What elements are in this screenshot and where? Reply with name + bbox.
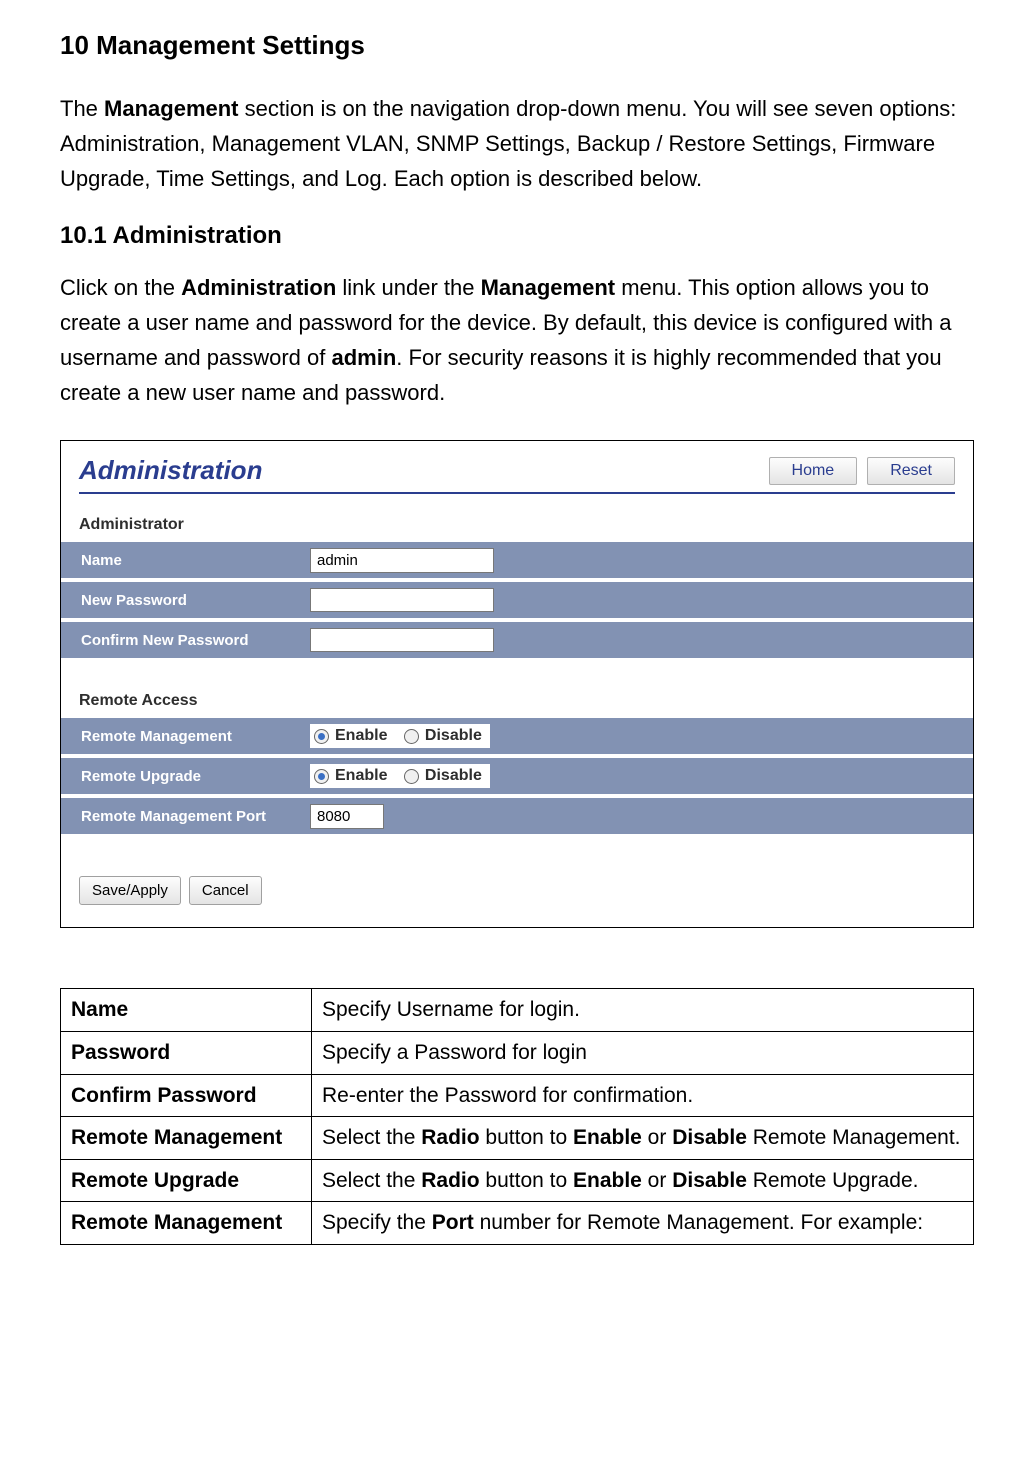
remote-management-label: Remote Management (61, 718, 306, 754)
description-table: Name Specify Username for login. Passwor… (60, 988, 974, 1245)
panel-title: Administration (79, 455, 262, 486)
intro-pre: The (60, 96, 104, 121)
remote-management-port-label: Remote Management Port (61, 798, 306, 834)
desc-key: Password (61, 1031, 312, 1074)
remote-management-port-row: Remote Management Port 8080 (61, 798, 973, 834)
new-password-input[interactable] (310, 588, 494, 612)
admin-ui-panel: Administration Home Reset Administrator … (60, 440, 974, 928)
save-apply-button[interactable]: Save/Apply (79, 876, 181, 905)
desc-bold: Port (432, 1211, 474, 1234)
table-row: Password Specify a Password for login (61, 1031, 974, 1074)
header-divider (79, 492, 955, 494)
admin-p1: Click on the (60, 275, 181, 300)
name-input[interactable]: admin (310, 548, 494, 573)
admin-b2: Management (481, 275, 615, 300)
confirm-password-input[interactable] (310, 628, 494, 652)
table-row: Confirm Password Re-enter the Password f… (61, 1074, 974, 1117)
name-label: Name (61, 542, 306, 578)
section-heading: 10 Management Settings (60, 30, 974, 61)
confirm-password-label: Confirm New Password (61, 622, 306, 658)
desc-val: Select the Radio button to Enable or Dis… (312, 1117, 974, 1160)
ru-enable-label: Enable (335, 767, 387, 785)
admin-b1: Administration (181, 275, 336, 300)
administrator-section-label: Administrator (61, 516, 973, 538)
desc-key: Confirm Password (61, 1074, 312, 1117)
desc-tail: number for Remote Management. For exampl… (474, 1211, 923, 1234)
ru-enable-radio[interactable] (314, 769, 329, 784)
desc-val: Select the Radio button to Enable or Dis… (312, 1159, 974, 1202)
desc-key: Name (61, 989, 312, 1032)
desc-key: Remote Management (61, 1202, 312, 1245)
ru-disable-radio[interactable] (404, 769, 419, 784)
intro-bold: Management (104, 96, 238, 121)
table-row: Remote Management Specify the Port numbe… (61, 1202, 974, 1245)
ru-disable-label: Disable (425, 767, 482, 785)
remote-upgrade-row: Remote Upgrade Enable Disable (61, 758, 973, 794)
desc-bold: Radio (421, 1169, 479, 1192)
confirm-password-row: Confirm New Password (61, 622, 973, 658)
desc-val: Specify the Port number for Remote Manag… (312, 1202, 974, 1245)
desc-bold: Disable (672, 1169, 747, 1192)
subsection-heading: 10.1 Administration (60, 222, 974, 250)
desc-val: Re-enter the Password for confirmation. (312, 1074, 974, 1117)
rm-disable-label: Disable (425, 727, 482, 745)
new-password-row: New Password (61, 582, 973, 618)
admin-paragraph: Click on the Administration link under t… (60, 270, 974, 411)
admin-p2: link under the (336, 275, 480, 300)
remote-management-port-input[interactable]: 8080 (310, 804, 384, 829)
name-row: Name admin (61, 542, 973, 578)
desc-bold: Radio (421, 1126, 479, 1149)
remote-access-section-label: Remote Access (61, 692, 973, 714)
desc-bold: Enable (573, 1126, 642, 1149)
desc-bold: Disable (672, 1126, 747, 1149)
rm-enable-radio[interactable] (314, 729, 329, 744)
rm-disable-radio[interactable] (404, 729, 419, 744)
desc-tail: Remote Upgrade. (747, 1169, 919, 1192)
remote-upgrade-label: Remote Upgrade (61, 758, 306, 794)
desc-val: Specify a Password for login (312, 1031, 974, 1074)
cancel-button[interactable]: Cancel (189, 876, 262, 905)
table-row: Name Specify Username for login. (61, 989, 974, 1032)
table-row: Remote Management Select the Radio butto… (61, 1117, 974, 1160)
rm-enable-label: Enable (335, 727, 387, 745)
table-row: Remote Upgrade Select the Radio button t… (61, 1159, 974, 1202)
desc-bold: Enable (573, 1169, 642, 1192)
desc-key: Remote Management (61, 1117, 312, 1160)
desc-key: Remote Upgrade (61, 1159, 312, 1202)
intro-paragraph: The Management section is on the navigat… (60, 91, 974, 197)
admin-b3: admin (332, 345, 397, 370)
desc-tail: Remote Management. (747, 1126, 961, 1149)
new-password-label: New Password (61, 582, 306, 618)
remote-management-row: Remote Management Enable Disable (61, 718, 973, 754)
desc-val: Specify Username for login. (312, 989, 974, 1032)
home-button[interactable]: Home (769, 457, 858, 485)
reset-button[interactable]: Reset (867, 457, 955, 485)
